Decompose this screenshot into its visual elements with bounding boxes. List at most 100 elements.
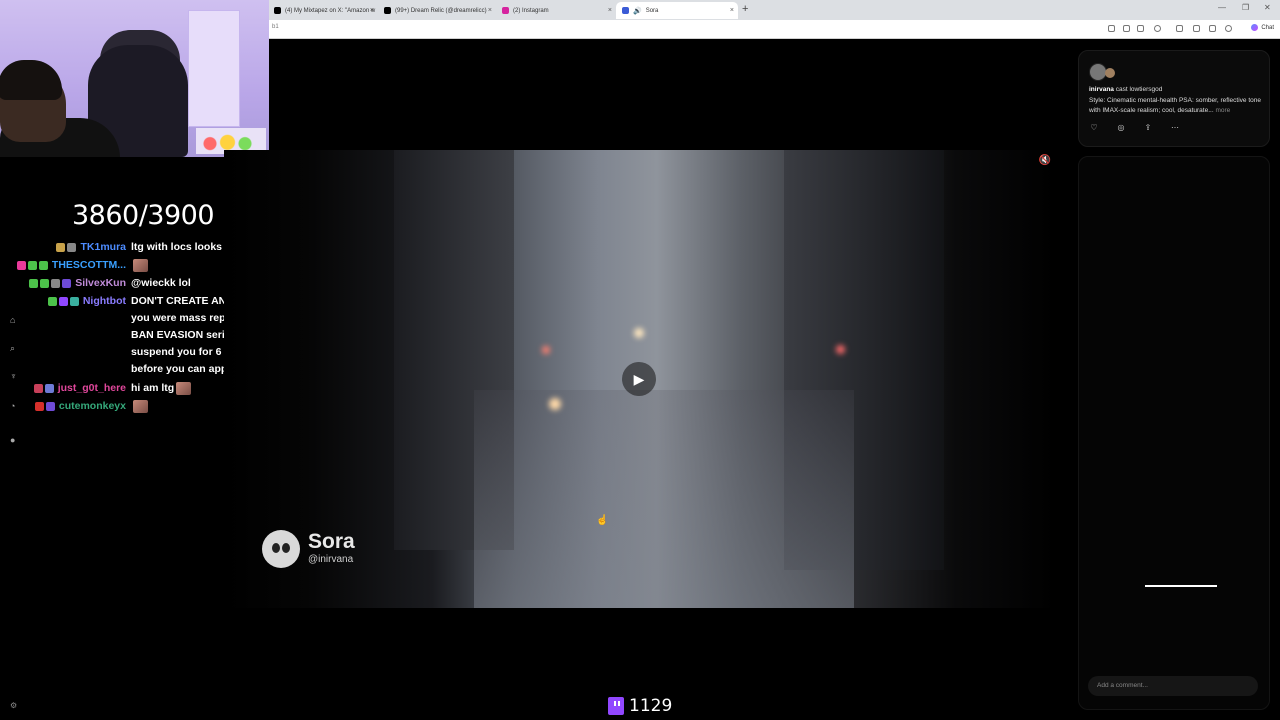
chat-emote-icon <box>133 258 148 272</box>
chat-username[interactable]: SilvexKun <box>75 275 126 292</box>
chat-badge-icon[interactable] <box>29 279 39 288</box>
viewer-count: 1129 <box>608 696 672 716</box>
collections-icon[interactable] <box>1209 25 1216 32</box>
chat-badge-icon[interactable] <box>69 297 79 306</box>
screen: { "browser": { "tabs": [ {"label": "(4) … <box>0 0 1280 720</box>
comment-input[interactable]: Add a comment... <box>1088 676 1258 696</box>
chat-badge-icon[interactable] <box>62 279 72 288</box>
video-street <box>474 390 854 608</box>
profile-icon[interactable] <box>1225 25 1232 32</box>
tiktok-logo-icon <box>384 7 391 14</box>
mouse-cursor-icon: ☝ <box>596 515 609 526</box>
trophy-icon[interactable]: ♆ <box>10 372 19 381</box>
cameo-avatar[interactable] <box>1105 68 1115 78</box>
caption-text: Style: Cinematic mental-health PSA: somb… <box>1089 97 1261 114</box>
chat-message-header: THESCOTTM... <box>0 257 131 274</box>
chat-badges <box>56 239 77 256</box>
notification-icon[interactable]: ◔ <box>10 402 19 411</box>
post-actions: ♡ ◎ ⇪ ⋯ <box>1089 123 1180 133</box>
grid-icon[interactable] <box>1108 25 1115 32</box>
chat-badges <box>34 398 55 415</box>
chat-message-header: cutemonkeyx <box>0 398 131 415</box>
browser-tab[interactable]: (2) Instagram × <box>496 2 616 19</box>
chat-badge-icon[interactable] <box>51 279 61 288</box>
read-aloud-icon[interactable] <box>1123 25 1130 32</box>
search-icon[interactable]: ⌕ <box>10 344 19 353</box>
instagram-logo-icon <box>502 7 509 14</box>
sora-logo-icon <box>622 7 629 14</box>
sub-goal-counter: 3860/3900 <box>72 200 215 231</box>
tab-title: Sora <box>645 7 659 14</box>
post-caption: Style: Cinematic mental-health PSA: somb… <box>1089 96 1261 115</box>
favorites-icon[interactable] <box>1193 25 1200 32</box>
chat-badge-icon[interactable] <box>40 279 50 288</box>
watermark-handle: @inirvana <box>308 554 354 565</box>
chat-username[interactable]: TK1mura <box>80 239 126 256</box>
post-username[interactable]: inirvana <box>1089 86 1114 93</box>
post-action: cast lowtiersgod <box>1115 86 1163 93</box>
close-tab-icon[interactable]: × <box>730 7 734 14</box>
close-tab-icon[interactable]: × <box>488 7 492 14</box>
like-icon[interactable]: ♡ <box>1089 123 1099 133</box>
browser-tab-bar: (4) My Mixtapez on X: "Amazon w × (99+) … <box>268 0 1280 20</box>
close-tab-icon[interactable]: × <box>608 7 612 14</box>
x-logo-icon <box>274 7 281 14</box>
extensions-icon[interactable] <box>1176 25 1183 32</box>
close-tab-icon[interactable]: × <box>370 7 374 14</box>
post-author-line: inirvana cast lowtiersgod <box>1089 86 1162 93</box>
home-icon[interactable]: ⌂ <box>10 316 19 325</box>
close-window-button[interactable]: ✕ <box>1264 3 1271 12</box>
chat-username[interactable]: THESCOTTM... <box>52 257 126 274</box>
scroll-indicator <box>1145 585 1217 587</box>
post-avatars <box>1089 63 1115 81</box>
viewer-count-value: 1129 <box>629 696 673 716</box>
chat-badge-icon[interactable] <box>16 261 26 270</box>
mute-icon[interactable]: 🔇 <box>1037 154 1053 168</box>
chat-emote-icon <box>133 399 148 413</box>
chat-badge-icon[interactable] <box>27 261 37 270</box>
post-card: inirvana cast lowtiersgod Style: Cinemat… <box>1078 50 1270 147</box>
browser-tab[interactable]: (99+) Dream Relic (@dreamrelicc) × <box>378 2 496 19</box>
address-bar[interactable]: b1 Chat <box>268 20 1280 39</box>
address-text[interactable]: b1 <box>272 24 279 30</box>
refresh-icon[interactable] <box>1154 25 1161 32</box>
more-options-icon[interactable]: ⋯ <box>1170 123 1180 133</box>
chat-badge-icon[interactable] <box>34 402 44 411</box>
sora-logo-icon <box>262 530 300 568</box>
remix-icon[interactable]: ◎ <box>1116 123 1126 133</box>
browser-tab-active[interactable]: 🔊 Sora × <box>616 2 738 19</box>
new-tab-button[interactable]: + <box>742 3 748 15</box>
chat-badge-icon[interactable] <box>67 243 77 252</box>
chat-username[interactable]: cutemonkeyx <box>59 398 126 415</box>
star-icon[interactable] <box>1137 25 1144 32</box>
chat-badge-icon[interactable] <box>47 297 57 306</box>
avatar-icon[interactable]: ● <box>10 436 19 445</box>
background-door <box>188 10 240 127</box>
chat-badge-icon[interactable] <box>45 402 55 411</box>
chat-badge-icon[interactable] <box>33 384 43 393</box>
webcam-feed <box>0 0 269 157</box>
chat-badge-icon[interactable] <box>58 297 68 306</box>
streamer-hair <box>0 60 62 100</box>
maximize-button[interactable]: ❐ <box>1242 3 1249 12</box>
video-bokeh-light <box>836 345 845 354</box>
chat-message-header: Nightbot <box>0 293 131 378</box>
watermark-title: Sora <box>308 530 355 553</box>
chat-username[interactable]: just_g0t_here <box>58 380 126 397</box>
browser-tab[interactable]: (4) My Mixtapez on X: "Amazon w × <box>268 2 378 19</box>
copilot-icon <box>1251 24 1259 31</box>
video-bokeh-light <box>634 328 644 338</box>
chat-badge-icon[interactable] <box>56 243 66 252</box>
chat-badges <box>47 293 79 310</box>
chat-message-header: just_g0t_here <box>0 380 131 397</box>
share-icon[interactable]: ⇪ <box>1143 123 1153 133</box>
chat-badge-icon[interactable] <box>44 384 54 393</box>
minimize-button[interactable]: — <box>1218 3 1226 12</box>
more-link[interactable]: more <box>1215 107 1230 114</box>
play-button[interactable]: ▶ <box>622 362 656 396</box>
chat-username[interactable]: Nightbot <box>83 293 126 378</box>
copilot-chat-button[interactable]: Chat <box>1251 24 1274 31</box>
chat-emote-icon <box>176 381 192 395</box>
settings-icon[interactable]: ⚙ <box>10 701 17 710</box>
chat-badge-icon[interactable] <box>38 261 48 270</box>
